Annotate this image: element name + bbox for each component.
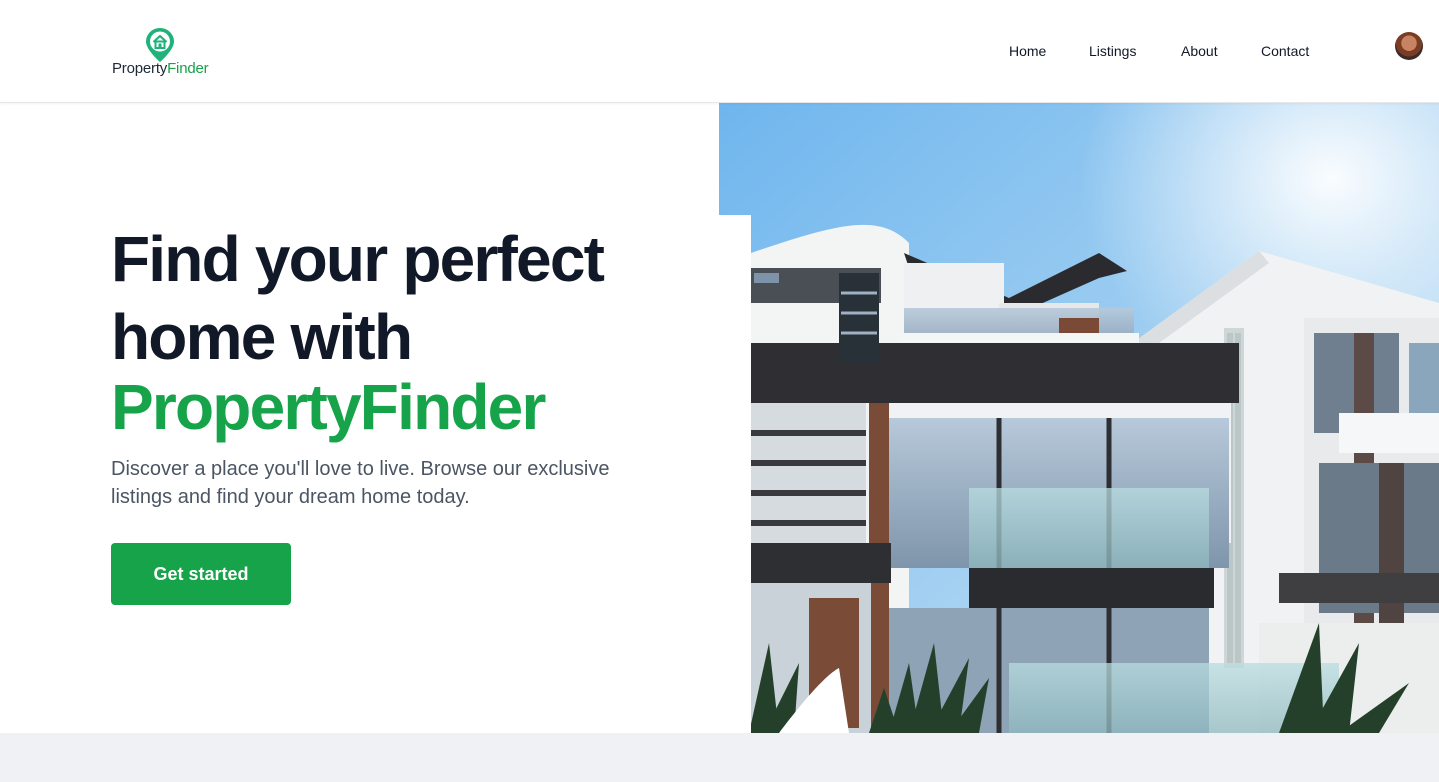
hero-image-notch	[719, 215, 751, 733]
main-nav: Home Listings About Contact	[0, 43, 1439, 63]
hero-building-image	[719, 103, 1439, 733]
get-started-button[interactable]: Get started	[111, 543, 291, 605]
nav-link-home[interactable]: Home	[1009, 43, 1046, 59]
nav-link-contact[interactable]: Contact	[1261, 43, 1309, 59]
modern-apartment-building-photo	[719, 103, 1439, 733]
page: PropertyFinder Home Listings About Conta…	[0, 0, 1439, 782]
top-navbar: PropertyFinder Home Listings About Conta…	[0, 0, 1439, 103]
hero-subtitle: Discover a place you'll love to live. Br…	[111, 458, 610, 508]
hero-title-line1: Find your perfect	[111, 223, 605, 295]
hero-title: Find your perfect home with PropertyFind…	[111, 220, 711, 446]
next-section-band	[0, 733, 1439, 782]
nav-link-about[interactable]: About	[1181, 43, 1218, 59]
user-avatar[interactable]	[1395, 32, 1423, 60]
hero-title-accent: PropertyFinder	[111, 371, 546, 443]
hero-title-line2: home with	[111, 301, 413, 373]
nav-link-listings[interactable]: Listings	[1089, 43, 1136, 59]
